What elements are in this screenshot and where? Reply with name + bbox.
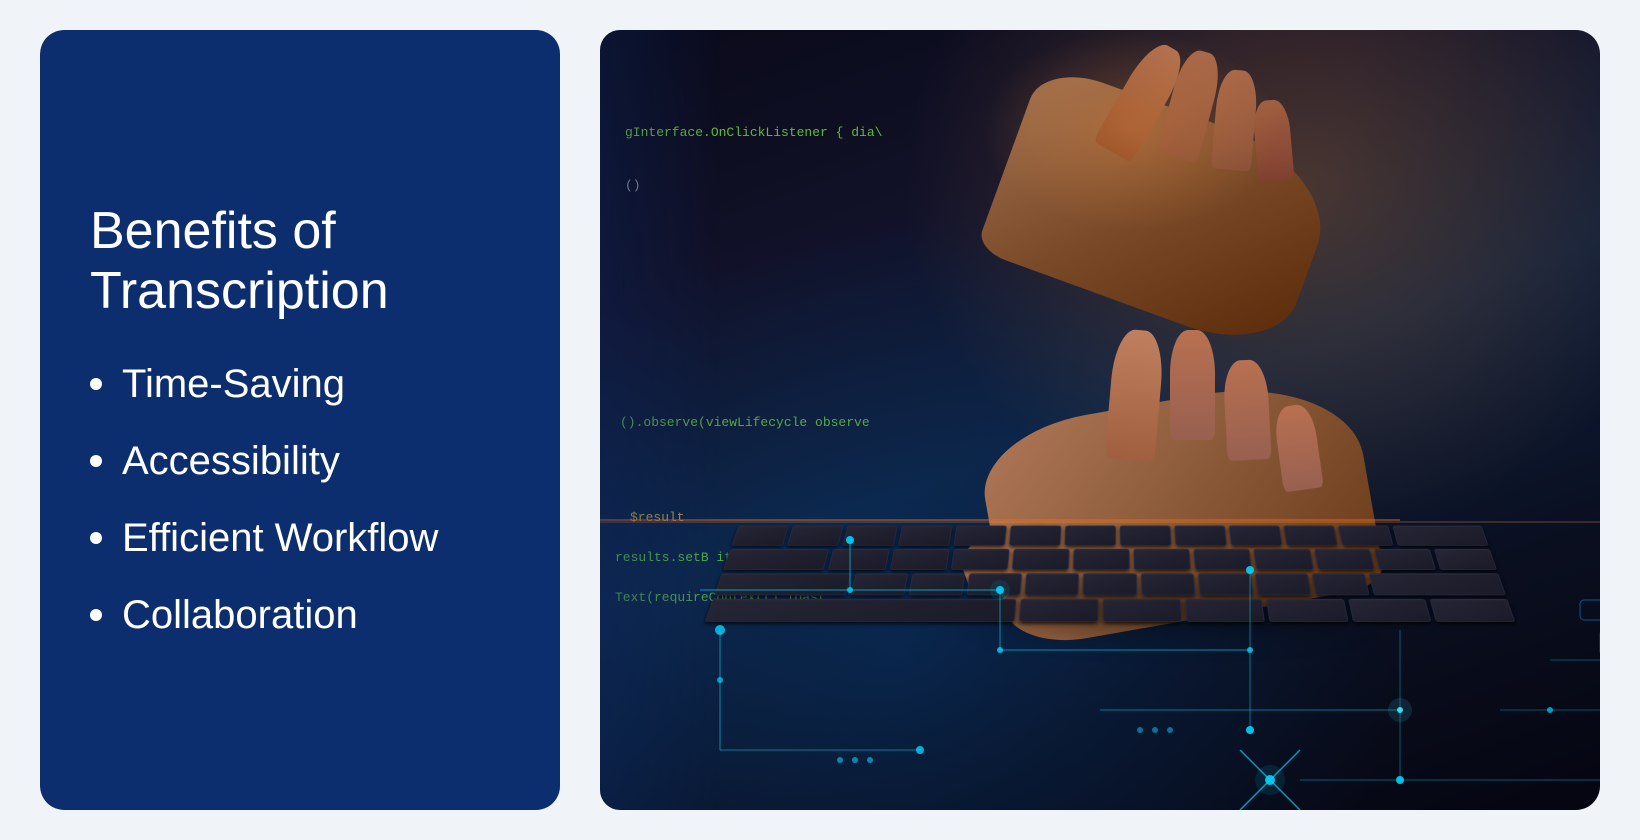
- key: [1430, 599, 1515, 622]
- key: [1103, 599, 1182, 622]
- finger-ring: [1222, 359, 1271, 461]
- key: [967, 573, 1023, 595]
- key: [787, 526, 843, 546]
- key: [1374, 549, 1436, 570]
- title-text: Benefits ofTranscription: [90, 202, 389, 320]
- bullet-item-efficient-workflow: Efficient Workflow: [90, 516, 510, 561]
- right-panel: gInterface.OnClickListener { dia\ () ().…: [600, 30, 1600, 810]
- key: [842, 526, 897, 546]
- bullet-item-accessibility: Accessibility: [90, 439, 510, 484]
- key: [1229, 526, 1283, 546]
- key: [1009, 526, 1061, 546]
- key: [1174, 526, 1227, 546]
- key: [1194, 549, 1253, 570]
- key-row-2: [723, 549, 1497, 570]
- key: [1369, 573, 1506, 595]
- tech-image: gInterface.OnClickListener { dia\ () ().…: [600, 30, 1600, 810]
- key: [1083, 573, 1137, 595]
- key: [1255, 573, 1312, 595]
- key: [828, 549, 889, 570]
- key-row-1: [731, 526, 1488, 546]
- bullet-label-3: Efficient Workflow: [122, 516, 438, 561]
- key: [1338, 526, 1394, 546]
- key: [951, 549, 1010, 570]
- key: [1141, 573, 1195, 595]
- key: [953, 526, 1006, 546]
- key-spacebar: [705, 599, 1017, 622]
- key: [889, 549, 949, 570]
- key: [1012, 549, 1070, 570]
- key: [1266, 599, 1348, 622]
- bullet-dot-4: [90, 609, 102, 621]
- key: [714, 573, 851, 595]
- key: [909, 573, 966, 595]
- key: [1064, 526, 1115, 546]
- keyboard-3d: [660, 526, 1560, 750]
- bullet-list: Time-Saving Accessibility Efficient Work…: [90, 362, 510, 638]
- warm-light: [980, 30, 1280, 230]
- bullet-label-4: Collaboration: [122, 593, 358, 638]
- bullet-dot-3: [90, 532, 102, 544]
- key: [1392, 526, 1488, 546]
- key-row-3: [714, 573, 1506, 595]
- key: [1019, 599, 1098, 622]
- left-fade: [600, 30, 720, 810]
- key: [1025, 573, 1079, 595]
- key: [731, 526, 788, 546]
- key-row-4: [705, 599, 1515, 622]
- bullet-dot-2: [90, 455, 102, 467]
- key: [1134, 549, 1191, 570]
- key: [1348, 599, 1432, 622]
- key: [1073, 549, 1130, 570]
- left-panel: Benefits ofTranscription Time-Saving Acc…: [40, 30, 560, 810]
- key: [1312, 573, 1370, 595]
- key: [1314, 549, 1375, 570]
- bullet-label-1: Time-Saving: [122, 362, 345, 407]
- key: [1283, 526, 1338, 546]
- key: [850, 573, 908, 595]
- key: [898, 526, 952, 546]
- key: [1185, 599, 1265, 622]
- bullet-dot-1: [90, 378, 102, 390]
- bullet-item-time-saving: Time-Saving: [90, 362, 510, 407]
- bullet-item-collaboration: Collaboration: [90, 593, 510, 638]
- bullet-label-2: Accessibility: [122, 439, 340, 484]
- main-title: Benefits ofTranscription: [90, 202, 510, 322]
- key: [1434, 549, 1497, 570]
- key: [723, 549, 829, 570]
- key: [1120, 526, 1171, 546]
- key: [1198, 573, 1254, 595]
- main-container: Benefits ofTranscription Time-Saving Acc…: [40, 30, 1600, 810]
- key: [1254, 549, 1314, 570]
- left-hand-area: [900, 30, 1400, 350]
